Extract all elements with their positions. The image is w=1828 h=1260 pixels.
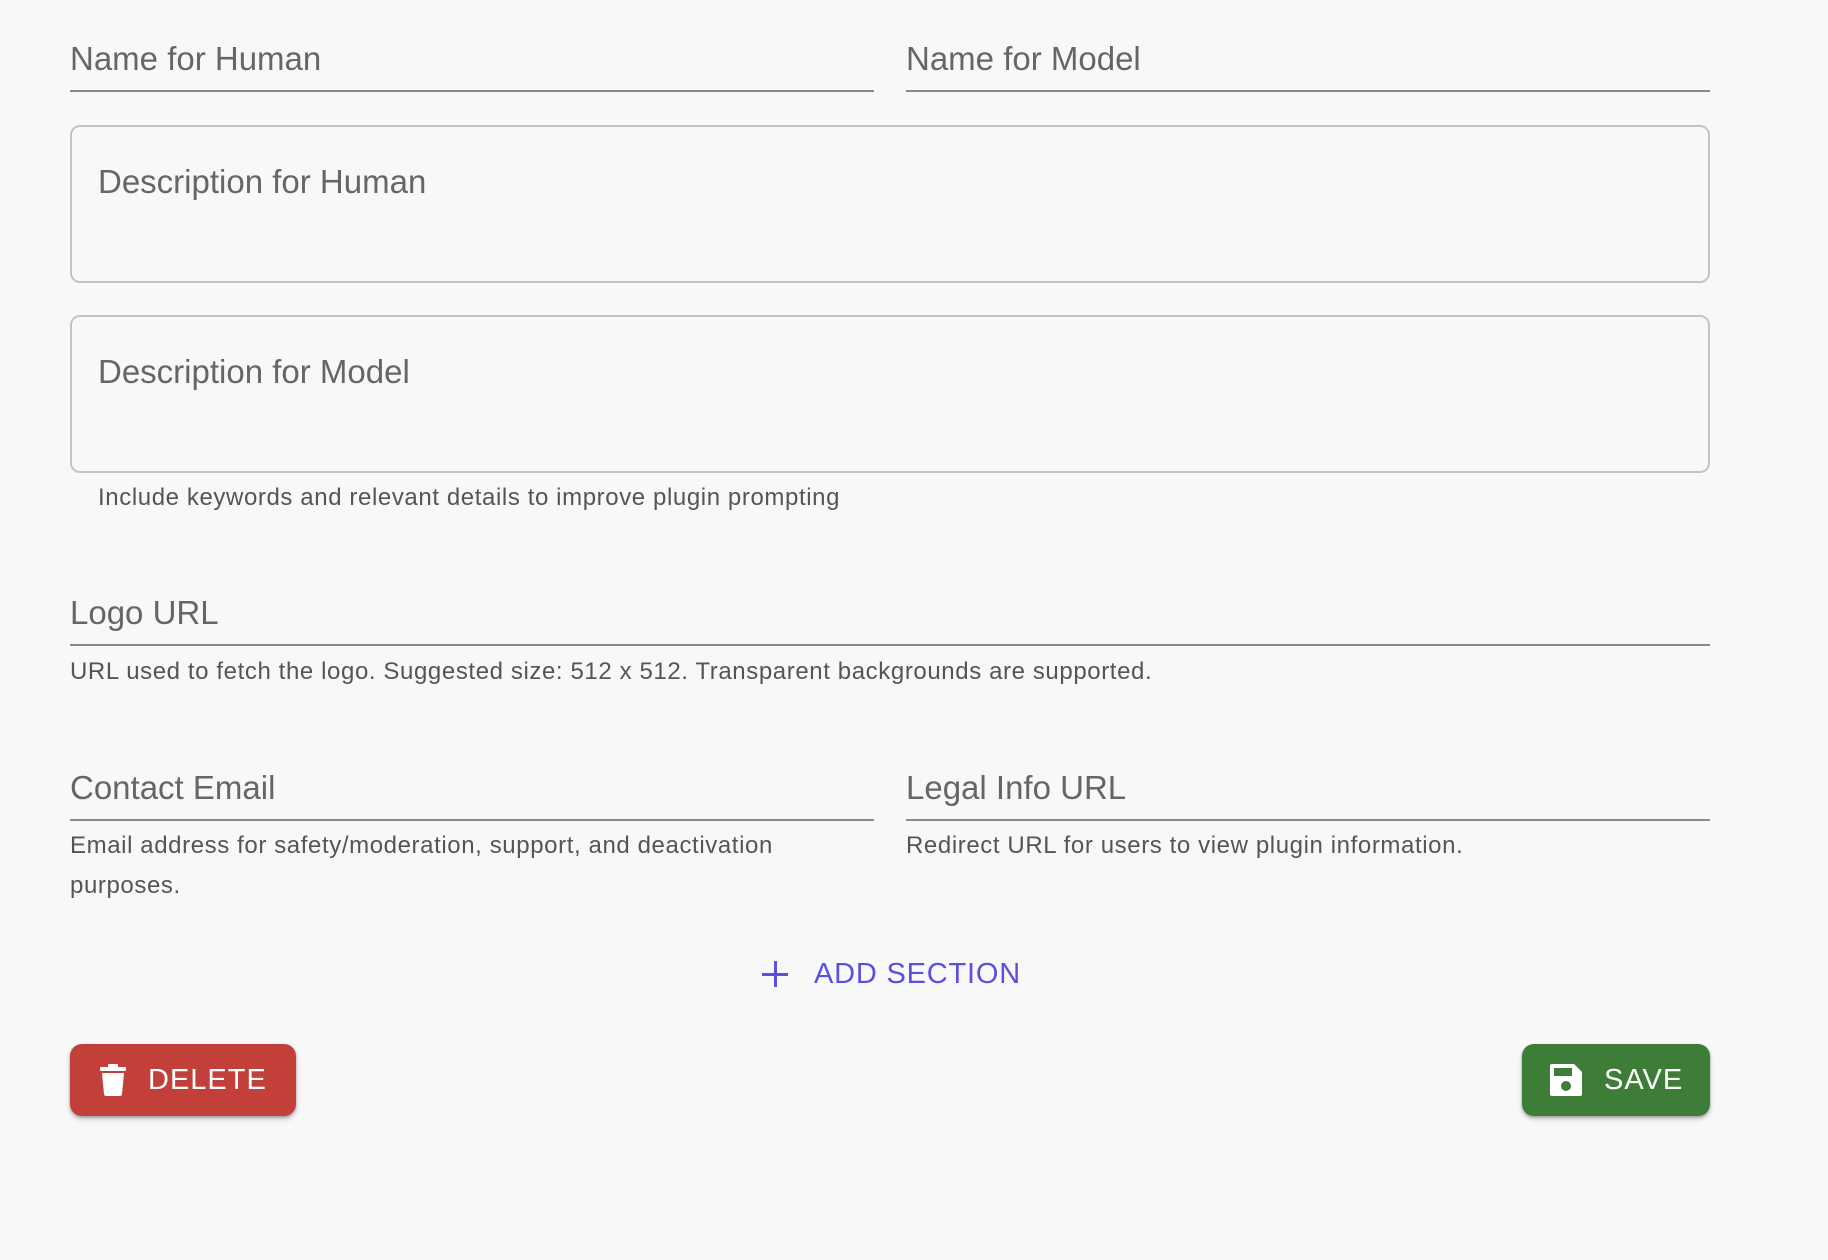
- legal-info-url-helper: Redirect URL for users to view plugin in…: [906, 832, 1464, 859]
- description-for-human-textarea[interactable]: Description for Human: [70, 125, 1710, 283]
- delete-button[interactable]: DELETE: [70, 1044, 296, 1116]
- description-for-model-helper: Include keywords and relevant details to…: [98, 484, 841, 511]
- floppy-disk-icon: [1550, 1064, 1582, 1096]
- contact-email-label: Contact Email: [70, 769, 276, 806]
- description-for-model-textarea[interactable]: Description for Model: [70, 315, 1710, 473]
- logo-url-helper: URL used to fetch the logo. Suggested si…: [70, 658, 1153, 685]
- description-for-human-label: Description for Human: [98, 163, 427, 200]
- delete-label: DELETE: [148, 1063, 267, 1096]
- name-for-model-label: Name for Model: [906, 40, 1141, 77]
- name-for-human-input[interactable]: Name for Human: [70, 0, 874, 92]
- plus-icon: [760, 959, 790, 989]
- contact-email-input[interactable]: Contact Email: [70, 729, 874, 821]
- save-label: SAVE: [1604, 1063, 1684, 1096]
- add-section-label: ADD SECTION: [814, 957, 1021, 990]
- logo-url-label: Logo URL: [70, 594, 219, 631]
- legal-info-url-input[interactable]: Legal Info URL: [906, 729, 1710, 821]
- add-section-button[interactable]: ADD SECTION: [760, 950, 1021, 998]
- description-for-model-label: Description for Model: [98, 353, 410, 390]
- logo-url-input[interactable]: Logo URL: [70, 554, 1710, 646]
- contact-email-helper: Email address for safety/moderation, sup…: [70, 832, 773, 899]
- save-button[interactable]: SAVE: [1522, 1044, 1710, 1116]
- name-for-human-label: Name for Human: [70, 40, 322, 77]
- trash-icon: [100, 1064, 126, 1096]
- legal-info-url-label: Legal Info URL: [906, 769, 1127, 806]
- name-for-model-input[interactable]: Name for Model: [906, 0, 1710, 92]
